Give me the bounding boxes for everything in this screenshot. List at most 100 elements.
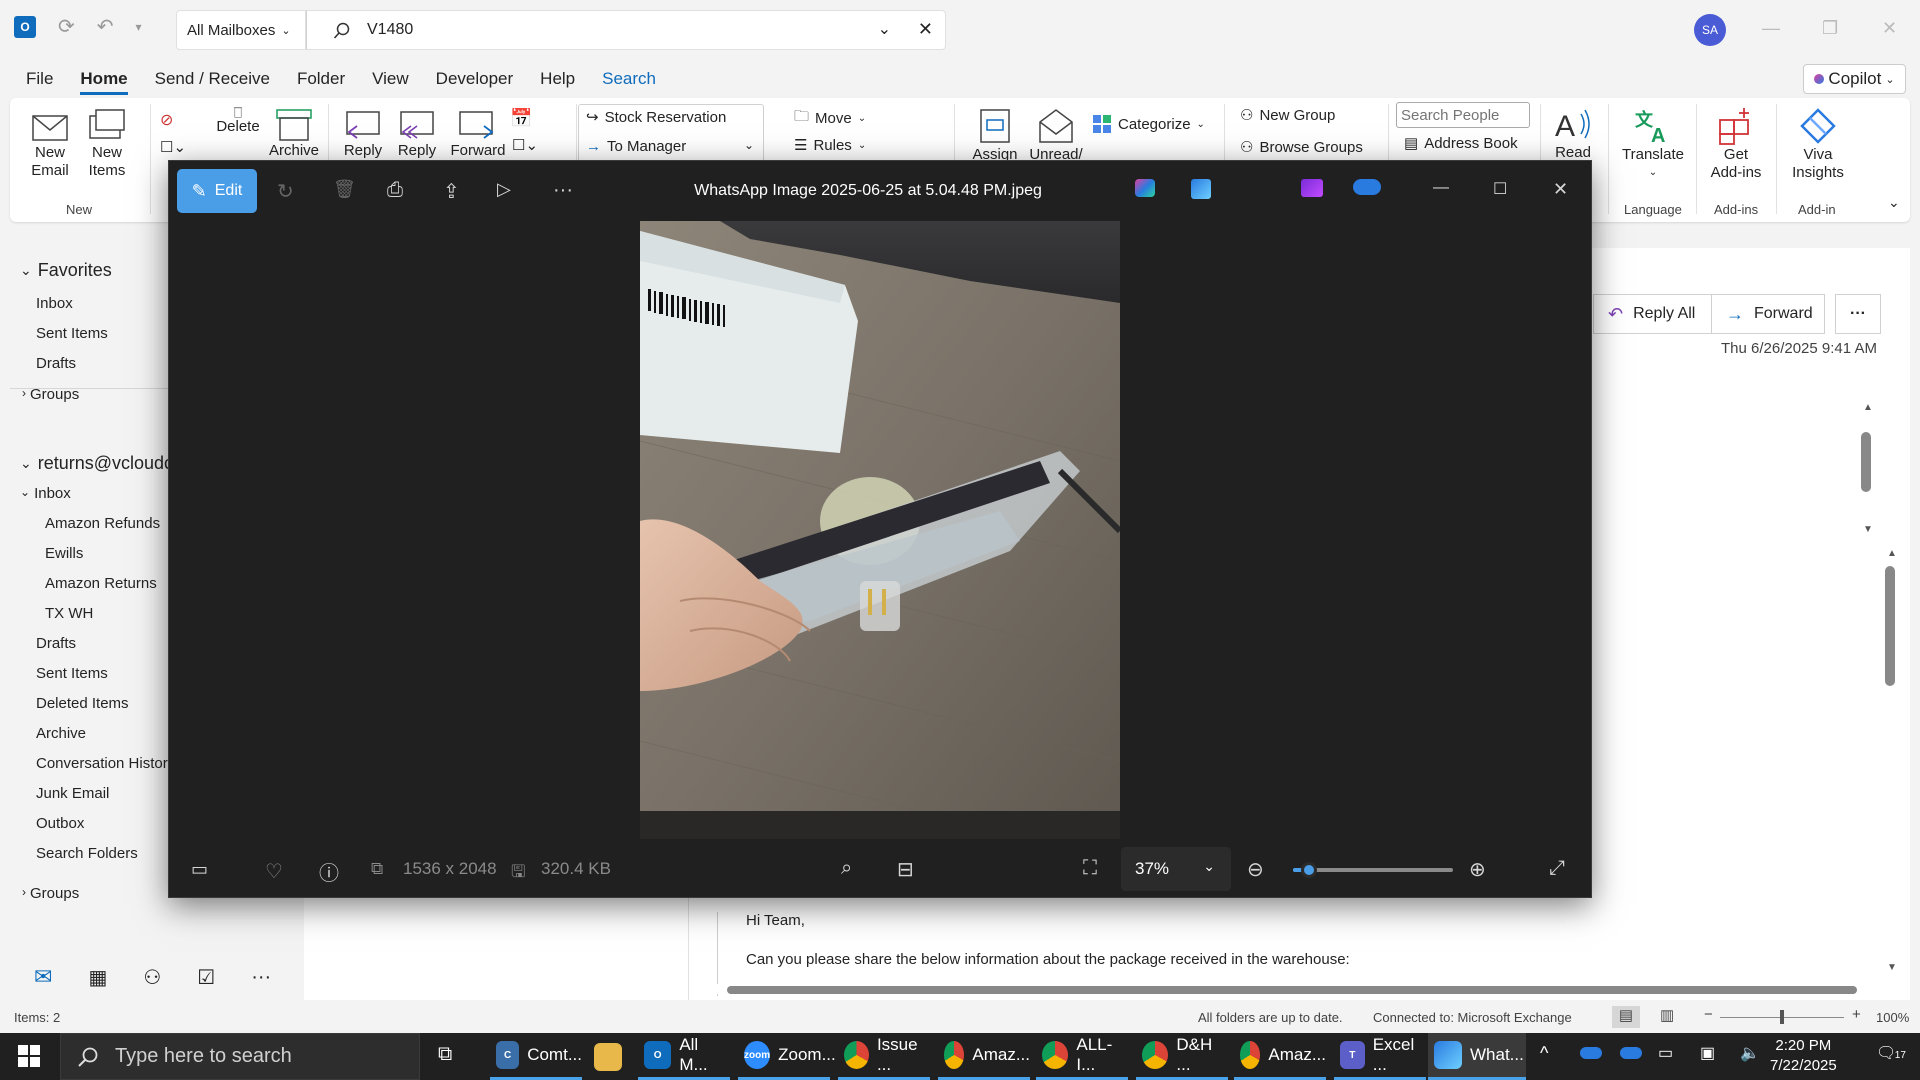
search-box[interactable]: V1480 ⌄ ✕ (306, 10, 946, 50)
address-book-button[interactable]: ▤ Address Book (1404, 134, 1518, 153)
inbox-folder[interactable]: ⌄ Inbox (20, 485, 71, 502)
cleanup-icon[interactable]: ☐⌄ (160, 138, 186, 156)
calendar-icon[interactable]: ▦ (88, 965, 107, 990)
quick-steps-expand-icon[interactable]: ⌄ (744, 138, 754, 152)
tab-home[interactable]: Home (80, 63, 128, 95)
zoom-slider-thumb[interactable] (1780, 1010, 1784, 1024)
folder-drafts[interactable]: Drafts (36, 635, 76, 652)
taskbar-app-zoom[interactable]: zoom Zoom... (738, 1033, 836, 1080)
categorize-button[interactable]: Categorize ⌄ (1092, 114, 1205, 134)
folder-amazon-refunds[interactable]: Amazon Refunds (45, 515, 160, 532)
more-actions-button[interactable]: ··· (1835, 294, 1881, 334)
zoom-out-icon[interactable]: − (1704, 1006, 1713, 1023)
tab-view[interactable]: View (372, 63, 409, 95)
avatar[interactable]: SA (1694, 14, 1726, 46)
clear-search-icon[interactable]: ✕ (918, 19, 933, 40)
taskbar-app-outlook[interactable]: O All M... (638, 1033, 730, 1080)
stock-reservation-step[interactable]: ↪ Stock Reservation (586, 108, 726, 127)
onedrive-business-icon[interactable] (1620, 1047, 1642, 1059)
translate-button[interactable]: 文A Translate ⌄ (1618, 106, 1688, 182)
notifications-button[interactable]: 🗨 17 (1876, 1043, 1906, 1063)
folder-ewills[interactable]: Ewills (45, 545, 83, 562)
taskbar-app-chrome-5[interactable]: Amaz... (1234, 1033, 1326, 1080)
start-button[interactable] (18, 1045, 40, 1067)
move-button[interactable]: 🗀 Move ⌄ (794, 106, 866, 131)
fit-to-window-icon[interactable]: ⛶ (1083, 857, 1097, 880)
h-scrollbar-thumb[interactable] (727, 986, 1857, 994)
people-icon[interactable]: ⚇ (143, 965, 161, 990)
customize-qat-icon[interactable]: ▾ (136, 20, 142, 34)
copilot-icon[interactable] (1135, 179, 1155, 197)
network-icon[interactable]: ▣ (1700, 1043, 1715, 1063)
get-addins-button[interactable]: Get Add-ins (1706, 106, 1766, 182)
tab-search[interactable]: Search (602, 63, 656, 95)
h-scrollbar[interactable] (713, 984, 1873, 994)
fav-sent-items[interactable]: Sent Items (36, 325, 108, 342)
info-icon[interactable]: ⓘ (319, 857, 339, 886)
body-scroll-down-icon[interactable]: ▼ (1887, 962, 1897, 973)
body-scrollbar-thumb[interactable] (1885, 566, 1895, 686)
taskbar-search[interactable]: Type here to search (60, 1033, 420, 1080)
show-hidden-icons-icon[interactable]: ^ (1540, 1043, 1548, 1064)
folder-sent-items[interactable]: Sent Items (36, 665, 108, 682)
ribbon-collapse-icon[interactable]: ⌄ (1888, 194, 1900, 211)
forward-button[interactable]: Forward (450, 108, 506, 160)
taskbar-app-chrome-1[interactable]: Issue ... (838, 1033, 930, 1080)
taskbar-app-chrome-2[interactable]: Amaz... (938, 1033, 1030, 1080)
restore-icon[interactable]: ❐ (1822, 18, 1838, 39)
forward-button[interactable]: → Forward (1711, 294, 1825, 334)
assign-button[interactable]: Assign (970, 106, 1020, 164)
reading-view-icon[interactable]: ▥ (1660, 1006, 1674, 1024)
copilot-button[interactable]: Copilot ⌄ (1803, 64, 1906, 94)
folder-deleted-items[interactable]: Deleted Items (36, 695, 129, 712)
taskbar-app-chrome-4[interactable]: D&H ... (1136, 1033, 1228, 1080)
folder-conversation-history[interactable]: Conversation Histor (36, 755, 168, 772)
tab-developer[interactable]: Developer (436, 63, 514, 95)
browse-groups-button[interactable]: ⚇ Browse Groups (1240, 138, 1363, 157)
clipchamp-icon[interactable] (1301, 179, 1323, 197)
text-scan-icon[interactable]: ⊟ (897, 857, 914, 882)
tab-send-receive[interactable]: Send / Receive (155, 63, 270, 95)
folder-amazon-returns[interactable]: Amazon Returns (45, 575, 157, 592)
maximize-icon[interactable]: ☐ (1493, 179, 1507, 199)
tab-file[interactable]: File (26, 63, 53, 95)
folder-search-folders[interactable]: Search Folders (36, 845, 138, 862)
viva-insights-button[interactable]: Viva Insights (1788, 106, 1848, 182)
visual-search-icon[interactable]: ⌕ (841, 857, 852, 880)
zoom-select[interactable]: 37% ⌄ (1121, 847, 1231, 891)
header-scroll-up-icon[interactable]: ▲ (1863, 402, 1873, 413)
header-scrollbar-thumb[interactable] (1861, 432, 1871, 492)
more-respond-icon[interactable]: ☐⌄ (512, 136, 538, 154)
reply-all-button[interactable]: ↶ Reply All (1593, 294, 1713, 334)
more-apps-icon[interactable]: ··· (251, 966, 271, 989)
zoom-in-icon[interactable]: ⊕ (1469, 857, 1486, 882)
mail-icon[interactable]: ✉ (34, 964, 52, 990)
folder-archive[interactable]: Archive (36, 725, 86, 742)
taskbar-app-teams-excel[interactable]: T Excel ... (1334, 1033, 1426, 1080)
favorite-icon[interactable]: ♡ (265, 859, 283, 884)
reply-all-button[interactable]: Reply (394, 108, 440, 160)
task-view-icon[interactable]: ⧉ (438, 1043, 452, 1066)
tab-folder[interactable]: Folder (297, 63, 345, 95)
taskbar-app-file-explorer[interactable] (588, 1033, 628, 1080)
tab-help[interactable]: Help (540, 63, 575, 95)
search-options-chevron-icon[interactable]: ⌄ (878, 19, 891, 39)
close-icon[interactable]: ✕ (1882, 18, 1897, 39)
account-header[interactable]: ⌄ returns@vcloudc (20, 453, 173, 474)
read-aloud-button[interactable]: A Read (1550, 106, 1596, 162)
onedrive-icon[interactable] (1580, 1047, 1602, 1059)
unread-button[interactable]: Unread/ (1026, 106, 1086, 164)
new-email-button[interactable]: New Email (30, 108, 70, 180)
reply-button[interactable]: Reply (340, 108, 386, 160)
new-group-button[interactable]: ⚇ New Group (1240, 106, 1335, 125)
header-scroll-down-icon[interactable]: ▼ (1863, 524, 1873, 535)
zoom-slider[interactable] (1293, 862, 1453, 878)
delete-button[interactable]: Delete (208, 106, 268, 136)
zoom-out-icon[interactable]: ⊖ (1247, 857, 1264, 882)
folder-junk-email[interactable]: Junk Email (36, 785, 109, 802)
taskbar-app-photos[interactable]: What... (1428, 1033, 1526, 1080)
groups-header-2[interactable]: › Groups (22, 885, 79, 902)
search-people-input[interactable] (1396, 102, 1530, 128)
normal-view-icon[interactable]: ▤ (1612, 1006, 1640, 1028)
body-scroll-up-icon[interactable]: ▲ (1887, 548, 1897, 559)
